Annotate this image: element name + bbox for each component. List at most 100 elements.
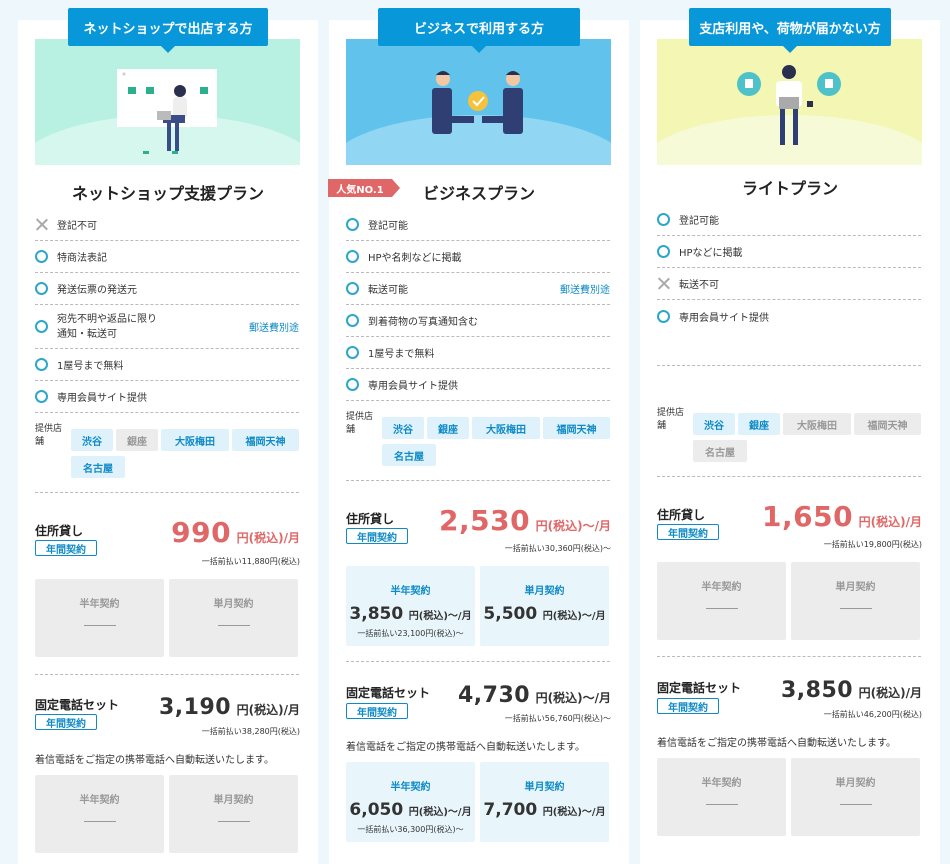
address-title: 住所貸し — [346, 512, 395, 526]
store-chip[interactable]: 渋谷 — [693, 413, 735, 435]
shipping-note: 郵送費別途 — [249, 323, 299, 334]
half-year-option: 半年契約 — [35, 775, 164, 853]
address-price: 1,650 円(税込)/月 — [761, 500, 922, 533]
phone-description: 着信電話をご指定の携帯電話へ自動転送いたします。 — [35, 755, 274, 766]
feature-row: 宛先不明や返品に限り 通知・転送可 郵送費別途 — [35, 305, 299, 349]
annual-badge: 年間契約 — [657, 524, 719, 540]
plan-tab: ネットショップで出店する方 — [68, 8, 268, 53]
phone-title: 固定電話セット — [657, 681, 742, 695]
monthly-option: 単月契約 — [791, 758, 920, 836]
phone-title: 固定電話セット — [346, 686, 431, 700]
plan-name: ネットショップ支援プラン — [71, 184, 264, 203]
phone-lump-sum: 一括前払い56,760円(税込)～ — [504, 714, 611, 723]
address-lump-sum: 一括前払い11,880円(税込) — [201, 557, 300, 566]
address-title: 住所貸し — [35, 524, 84, 538]
store-chip[interactable]: 福岡天神 — [854, 413, 921, 435]
annual-badge: 年間契約 — [35, 540, 97, 556]
hero-illustration — [346, 39, 611, 165]
feature-row: 発送伝票の発送元 — [35, 273, 299, 305]
feature-row: 1屋号まで無料 — [346, 337, 610, 369]
half-year-option[interactable]: 半年契約 6,050 円(税込)～/月 一括前払い36,300円(税込)～ — [346, 762, 475, 842]
divider — [346, 661, 610, 662]
feature-row: 到着荷物の写真通知含む — [346, 305, 610, 337]
phone-description: 着信電話をご指定の携帯電話へ自動転送いたします。 — [346, 742, 585, 753]
circle-mark-icon — [346, 314, 359, 327]
store-chip[interactable]: 名古屋 — [71, 456, 125, 478]
circle-mark-icon — [35, 390, 48, 403]
store-chip[interactable]: 福岡天神 — [543, 417, 610, 439]
plan-card-netshop: ネットショップで出店する方 ネットショップ支援プラン 登記不可 特商法表記 発送… — [18, 8, 318, 864]
feature-row: HPや名刺などに掲載 — [346, 241, 610, 273]
stores-label: 提供店舗 — [657, 408, 685, 431]
store-chip[interactable]: 名古屋 — [693, 440, 747, 462]
annual-badge: 年間契約 — [346, 703, 408, 719]
monthly-option: 単月契約 — [169, 579, 298, 657]
circle-mark-icon — [346, 282, 359, 295]
circle-mark-icon — [35, 282, 48, 295]
stores-list: 提供店舗 渋谷 銀座 大阪梅田 福岡天神 名古屋 — [346, 401, 610, 481]
hero-illustration — [35, 39, 300, 165]
monthly-option: 単月契約 — [791, 562, 920, 640]
phone-description: 着信電話をご指定の携帯電話へ自動転送いたします。 — [657, 738, 896, 749]
phone-lump-sum: 一括前払い46,200円(税込) — [823, 710, 922, 719]
store-chip[interactable]: 渋谷 — [71, 429, 113, 451]
circle-mark-icon — [657, 213, 670, 226]
circle-mark-icon — [35, 358, 48, 371]
half-year-option: 半年契約 — [657, 562, 786, 640]
monthly-option[interactable]: 単月契約 5,500 円(税込)～/月 — [480, 566, 609, 646]
phone-title: 固定電話セット — [35, 698, 120, 712]
store-chip[interactable]: 大阪梅田 — [783, 413, 851, 435]
store-chip[interactable]: 大阪梅田 — [472, 417, 540, 439]
plan-name: ビジネスプラン — [422, 184, 535, 203]
monthly-option: 単月契約 — [169, 775, 298, 853]
plan-card-lite: 支店利用や、荷物が届かない方 ライトプラン 登記可能 HPなどに掲載 転送不可 … — [640, 8, 940, 864]
divider — [35, 674, 299, 675]
store-chip[interactable]: 名古屋 — [382, 444, 436, 466]
address-title: 住所貸し — [657, 508, 706, 522]
store-chip[interactable]: 渋谷 — [382, 417, 424, 439]
store-chip[interactable]: 銀座 — [116, 429, 158, 451]
feature-row: 専用会員サイト提供 — [35, 381, 299, 413]
circle-mark-icon — [657, 309, 670, 323]
store-chip[interactable]: 大阪梅田 — [161, 429, 229, 451]
circle-mark-icon — [35, 320, 48, 333]
address-lump-sum: 一括前払い30,360円(税込)～ — [504, 544, 611, 553]
store-chip[interactable]: 銀座 — [738, 413, 780, 435]
phone-lump-sum: 一括前払い38,280円(税込) — [201, 727, 300, 736]
store-chip[interactable]: 銀座 — [427, 417, 469, 439]
annual-badge: 年間契約 — [346, 528, 408, 544]
feature-row: 登記可能 — [346, 209, 610, 241]
plan-tab: ビジネスで利用する方 — [378, 8, 580, 53]
divider — [657, 656, 921, 657]
shipping-note: 郵送費別途 — [560, 285, 610, 296]
circle-mark-icon — [346, 218, 359, 231]
store-chip[interactable]: 福岡天神 — [232, 429, 299, 451]
stores-list: 提供店舗 渋谷 銀座 大阪梅田 福岡天神 名古屋 — [657, 397, 921, 477]
plan-tab: 支店利用や、荷物が届かない方 — [689, 8, 891, 53]
stores-label: 提供店舗 — [35, 424, 63, 447]
x-mark-icon — [657, 277, 670, 290]
hero-illustration — [657, 39, 922, 165]
circle-mark-icon — [346, 346, 359, 359]
stores-list: 提供店舗 渋谷 銀座 大阪梅田 福岡天神 名古屋 — [35, 413, 299, 493]
feature-row: HPなどに掲載 — [657, 236, 921, 268]
circle-mark-icon — [657, 245, 670, 258]
address-price: 2,530 円(税込)～/月 — [438, 504, 611, 537]
circle-mark-icon — [346, 250, 359, 263]
address-lump-sum: 一括前払い19,800円(税込) — [823, 540, 922, 549]
feature-row: 転送不可 — [657, 268, 921, 300]
address-price: 990 円(税込)/月 — [171, 516, 300, 549]
monthly-option[interactable]: 単月契約 7,700 円(税込)～/月 — [480, 762, 609, 842]
stores-label: 提供店舗 — [346, 412, 374, 435]
plan-name: ライトプラン — [741, 179, 838, 198]
phone-price: 4,730 円(税込)～/月 — [457, 683, 611, 708]
circle-mark-icon — [346, 378, 359, 391]
circle-mark-icon — [35, 250, 48, 263]
feature-row: 1屋号まで無料 — [35, 349, 299, 381]
half-year-option[interactable]: 半年契約 3,850 円(税込)～/月 一括前払い23,100円(税込)～ — [346, 566, 475, 646]
feature-row: 専用会員サイト提供 — [346, 369, 610, 401]
half-year-option: 半年契約 — [657, 758, 786, 836]
plan-card-business: ビジネスで利用する方 人気NO.1 ビジネスプラン 登記可能 HPや名刺などに掲… — [328, 8, 629, 864]
divider — [657, 365, 921, 366]
annual-badge: 年間契約 — [35, 714, 97, 730]
